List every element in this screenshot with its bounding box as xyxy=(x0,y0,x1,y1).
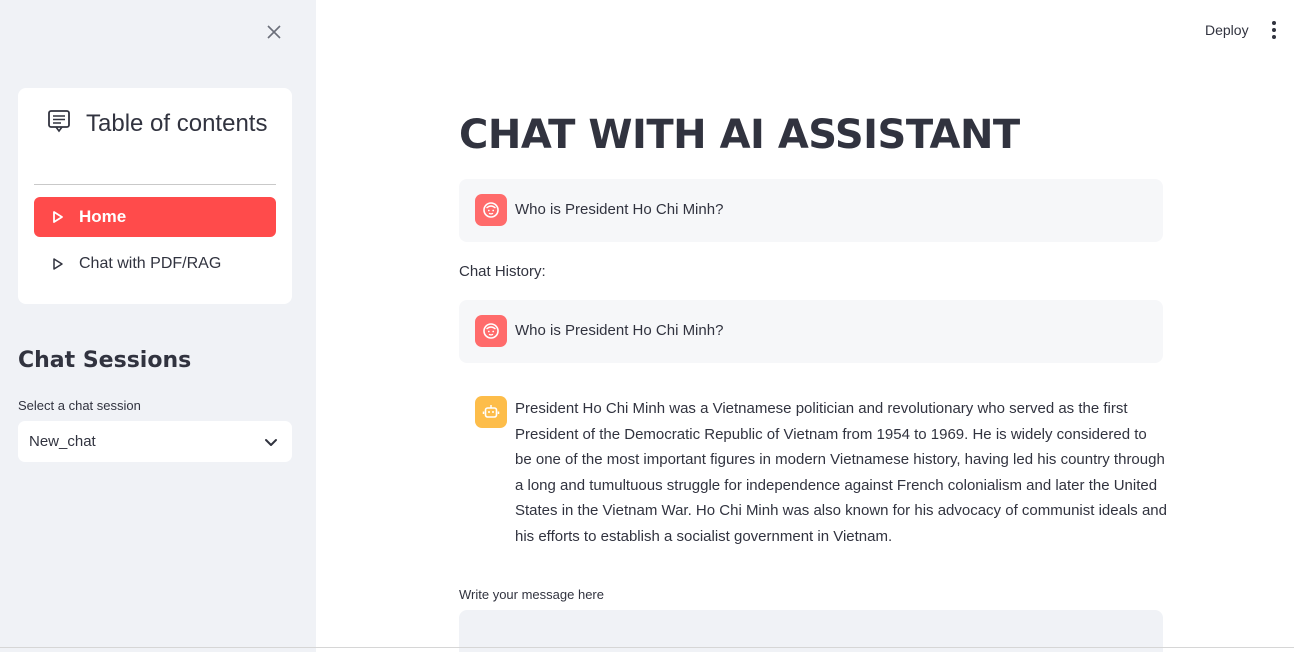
close-icon xyxy=(267,25,281,39)
message-text: Who is President Ho Chi Minh? xyxy=(515,322,724,339)
assistant-avatar xyxy=(475,396,507,428)
table-of-contents-card: Table of contents Home Chat with PDF/RAG xyxy=(18,88,292,304)
nav-item-home[interactable]: Home xyxy=(34,197,276,237)
more-vertical-icon-dot xyxy=(1272,35,1276,39)
deploy-button[interactable]: Deploy xyxy=(1196,20,1258,42)
toc-header: Table of contents xyxy=(46,106,276,142)
sidebar: Table of contents Home Chat with PDF/RAG… xyxy=(0,0,316,652)
close-sidebar-button[interactable] xyxy=(264,22,284,42)
user-face-icon xyxy=(483,323,499,339)
message-input-label: Write your message here xyxy=(459,587,604,602)
robot-icon xyxy=(482,405,500,418)
divider xyxy=(34,184,276,185)
nav-item-label: Home xyxy=(79,207,127,226)
chat-sessions-heading: Chat Sessions xyxy=(18,348,192,373)
toc-title: Table of contents xyxy=(86,110,268,137)
message-input[interactable] xyxy=(459,610,1163,652)
selected-session-value: New_chat xyxy=(29,433,96,450)
play-triangle-icon xyxy=(53,258,63,270)
nav-item-chat-with-pdf[interactable]: Chat with PDF/RAG xyxy=(34,244,276,284)
nav-item-label: Chat with PDF/RAG xyxy=(79,255,222,272)
chevron-down-icon xyxy=(265,439,277,446)
divider xyxy=(0,647,1294,648)
user-avatar xyxy=(475,194,507,226)
user-avatar xyxy=(475,315,507,347)
message-text: President Ho Chi Minh was a Vietnamese p… xyxy=(515,400,1167,545)
current-user-message: Who is President Ho Chi Minh? xyxy=(459,179,1163,242)
user-face-icon xyxy=(483,202,499,218)
select-session-label: Select a chat session xyxy=(18,398,141,413)
history-user-message: Who is President Ho Chi Minh? xyxy=(459,300,1163,363)
chat-session-select[interactable]: New_chat xyxy=(18,421,292,462)
play-triangle-icon xyxy=(53,211,63,223)
page-title: CHAT WITH AI ASSISTANT xyxy=(459,112,1020,158)
message-text: Who is President Ho Chi Minh? xyxy=(515,201,724,218)
more-vertical-icon-dot xyxy=(1272,28,1276,32)
main-menu-button[interactable] xyxy=(1264,18,1284,42)
history-assistant-message: President Ho Chi Minh was a Vietnamese p… xyxy=(459,382,1167,562)
document-icon xyxy=(48,110,70,133)
chat-history-label: Chat History: xyxy=(459,263,546,280)
more-vertical-icon xyxy=(1272,21,1276,25)
